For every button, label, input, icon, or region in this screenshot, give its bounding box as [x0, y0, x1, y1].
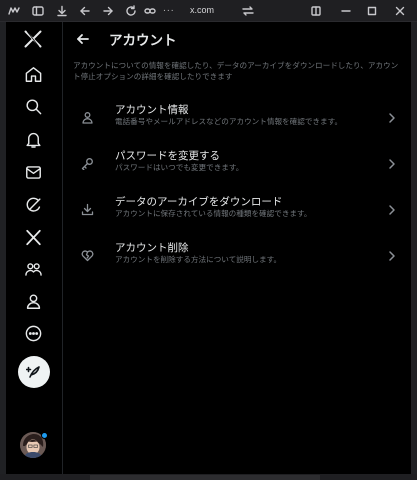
- back-arrow-icon: [77, 34, 89, 44]
- chevron-right-icon: [387, 109, 397, 123]
- link-icon[interactable]: [142, 3, 158, 19]
- person-icon: [81, 109, 94, 124]
- chevron-right-icon: [387, 201, 397, 215]
- x-logo-icon[interactable]: [21, 27, 45, 51]
- settings-item-change-password[interactable]: パスワードを変更する パスワードはいつでも変更できます。: [63, 142, 411, 184]
- download-icon: [81, 201, 94, 216]
- back-arrow-icon[interactable]: [77, 3, 93, 19]
- bell-icon[interactable]: [21, 127, 45, 151]
- settings-item-account-info[interactable]: アカウント情報 電話番号やメールアドレスなどのアカウント情報を確認できます。: [63, 96, 411, 138]
- item-description: アカウントを削除する方法について説明します。: [115, 255, 282, 264]
- address-bar[interactable]: x.com: [190, 5, 214, 15]
- feather-plus-icon: [26, 366, 40, 378]
- browser-toolbar: ... x.com: [0, 0, 417, 22]
- settings-item-delete-account[interactable]: アカウント削除 アカウントを削除する方法について説明します。: [63, 234, 411, 276]
- browser-window: ... x.com アカウント アカウントについての情報を確認したり、データのア…: [0, 0, 417, 480]
- app-container: アカウント アカウントについての情報を確認したり、データのアーカイブをダウンロー…: [6, 22, 411, 474]
- page-header: アカウント: [63, 22, 411, 56]
- item-description: アカウントに保存されている情報の種類を確認できます。: [115, 209, 312, 218]
- profile-icon[interactable]: [21, 289, 45, 313]
- notification-dot: [41, 432, 48, 439]
- item-label: アカウント情報: [115, 104, 189, 116]
- page-title: アカウント: [109, 33, 177, 49]
- item-label: アカウント削除: [115, 242, 189, 254]
- settings-item-download-archive[interactable]: データのアーカイブをダウンロード アカウントに保存されている情報の種類を確認でき…: [63, 188, 411, 230]
- page-description: アカウントについての情報を確認したり、データのアーカイブをダウンロードしたり、ア…: [73, 61, 399, 81]
- taskbar-strip: [90, 475, 320, 480]
- item-description: パスワードはいつでも変更できます。: [115, 163, 244, 172]
- key-icon: [81, 155, 94, 171]
- left-navigation: [6, 22, 63, 474]
- broken-heart-icon: [81, 247, 94, 262]
- browser-menu-icon[interactable]: [6, 3, 22, 19]
- mail-icon[interactable]: [21, 160, 45, 184]
- compose-post-button[interactable]: [18, 356, 50, 388]
- premium-x-icon[interactable]: [21, 225, 45, 249]
- tune-icon[interactable]: [240, 3, 256, 19]
- chevron-right-icon: [387, 155, 397, 169]
- home-icon[interactable]: [21, 62, 45, 86]
- back-button[interactable]: [73, 29, 93, 49]
- item-description: 電話番号やメールアドレスなどのアカウント情報を確認できます。: [115, 117, 343, 126]
- download-icon[interactable]: [54, 3, 70, 19]
- grok-icon[interactable]: [21, 193, 45, 217]
- minimize-icon[interactable]: [338, 3, 354, 19]
- close-icon[interactable]: [392, 3, 408, 19]
- item-label: データのアーカイブをダウンロード: [115, 196, 283, 208]
- more-circle-icon[interactable]: [21, 321, 45, 345]
- main-column: アカウント アカウントについての情報を確認したり、データのアーカイブをダウンロー…: [63, 22, 411, 474]
- more-dots[interactable]: ...: [163, 4, 175, 14]
- maximize-icon[interactable]: [364, 3, 380, 19]
- communities-icon[interactable]: [21, 257, 45, 281]
- reload-icon[interactable]: [123, 3, 139, 19]
- search-icon[interactable]: [21, 94, 45, 118]
- item-label: パスワードを変更する: [115, 150, 220, 162]
- sidebar-toggle-icon[interactable]: [30, 3, 46, 19]
- forward-arrow-icon[interactable]: [100, 3, 116, 19]
- chevron-right-icon: [387, 247, 397, 261]
- split-view-icon[interactable]: [308, 3, 324, 19]
